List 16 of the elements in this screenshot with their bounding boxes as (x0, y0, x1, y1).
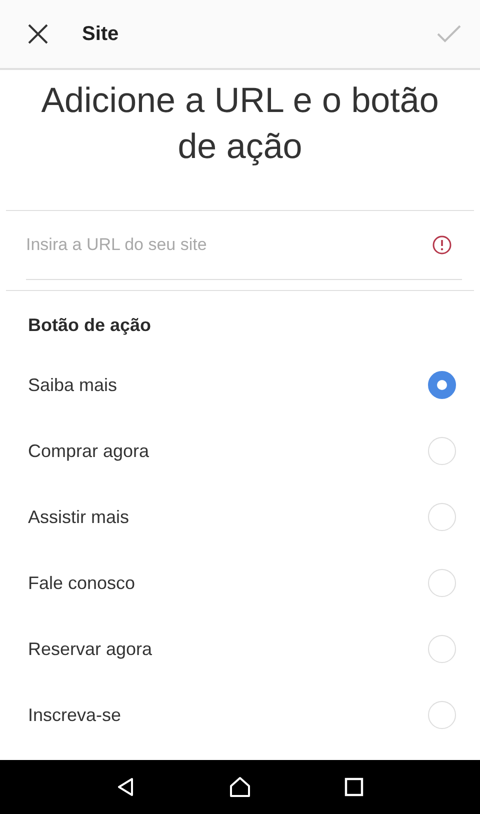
option-label[interactable]: Saiba mais (28, 374, 118, 396)
section-title: Botão de ação (27, 314, 152, 337)
option-label[interactable]: Reservar agora (28, 638, 152, 660)
home-icon[interactable] (228, 775, 252, 799)
radio-button[interactable] (428, 371, 456, 399)
option-label[interactable]: Fale conosco (28, 572, 136, 594)
option-label[interactable]: Comprar agora (28, 440, 150, 462)
option-label[interactable]: Inscreva-se (28, 704, 122, 726)
page-heading: Adicione a URL e o botão de ação (40, 80, 440, 168)
close-icon[interactable] (26, 22, 50, 46)
recents-icon[interactable] (344, 777, 364, 797)
option-label[interactable]: Assistir mais (28, 506, 130, 528)
check-icon[interactable] (436, 24, 462, 44)
back-icon[interactable] (116, 777, 136, 797)
url-input-field[interactable]: Insira a URL do seu site (26, 235, 432, 255)
screen-title: Site (82, 22, 120, 46)
